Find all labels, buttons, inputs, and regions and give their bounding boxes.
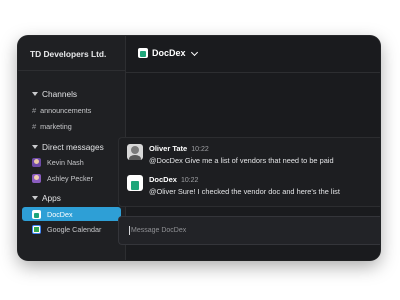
message-body: Oliver Tate 10:22 @DocDex Give me a list …	[149, 144, 334, 165]
message-time[interactable]: 10:22	[191, 146, 209, 153]
message-item: DocDex 10:22 @Oliver Sure! I checked the …	[127, 175, 340, 196]
docdex-app-icon[interactable]	[127, 175, 143, 191]
sidebar-item-label: announcements	[40, 105, 92, 115]
message-input[interactable]	[131, 227, 331, 234]
docdex-app-icon	[138, 48, 148, 58]
sidebar-item-announcements[interactable]: # announcements	[32, 103, 91, 117]
sidebar-item-label: DocDex	[47, 209, 73, 219]
message-text: @Oliver Sure! I checked the vendor doc a…	[149, 187, 340, 196]
channel-title-button[interactable]: DocDex	[138, 48, 198, 58]
sidebar-item-ashley-pecker[interactable]: Ashley Pecker	[32, 171, 93, 185]
message-body: DocDex 10:22 @Oliver Sure! I checked the …	[149, 175, 340, 196]
avatar[interactable]	[127, 144, 143, 160]
hash-icon: #	[32, 105, 37, 115]
channels-section-header[interactable]: Channels	[32, 89, 77, 99]
message-list: Oliver Tate 10:22 @DocDex Give me a list …	[118, 137, 380, 207]
avatar	[32, 157, 41, 167]
sidebar-item-docdex[interactable]: DocDex	[22, 207, 121, 221]
message-author[interactable]: Oliver Tate	[149, 144, 187, 153]
sidebar: TD Developers Ltd. Channels # announceme…	[18, 36, 126, 260]
apps-section-header[interactable]: Apps	[32, 193, 61, 203]
avatar	[32, 173, 41, 183]
channels-header-label: Channels	[42, 89, 78, 99]
message-item: Oliver Tate 10:22 @DocDex Give me a list …	[127, 144, 334, 165]
docdex-app-icon	[32, 209, 41, 219]
sidebar-item-google-calendar[interactable]: Google Calendar	[32, 222, 101, 236]
sidebar-item-label: Kevin Nash	[47, 157, 84, 167]
message-time[interactable]: 10:22	[181, 177, 199, 184]
message-text: @DocDex Give me a list of vendors that n…	[149, 156, 334, 165]
chevron-down-icon	[190, 48, 198, 56]
message-header: Oliver Tate 10:22	[149, 144, 334, 153]
message-composer[interactable]	[118, 216, 380, 245]
sidebar-item-label: marketing	[40, 121, 72, 131]
text-cursor	[129, 226, 130, 235]
sidebar-item-kevin-nash[interactable]: Kevin Nash	[32, 155, 84, 169]
sidebar-item-label: Ashley Pecker	[47, 173, 93, 183]
sidebar-item-marketing[interactable]: # marketing	[32, 119, 72, 133]
caret-down-icon	[32, 92, 38, 96]
divider	[18, 70, 125, 71]
channel-header: DocDex	[126, 36, 380, 73]
workspace-name[interactable]: TD Developers Ltd.	[30, 49, 106, 59]
dm-header-label: Direct messages	[42, 142, 104, 152]
google-calendar-icon	[32, 224, 41, 234]
message-header: DocDex 10:22	[149, 175, 340, 184]
dm-section-header[interactable]: Direct messages	[32, 142, 104, 152]
message-author[interactable]: DocDex	[149, 175, 177, 184]
page-title: DocDex	[152, 48, 186, 58]
caret-down-icon	[32, 145, 38, 149]
hash-icon: #	[32, 121, 37, 131]
sidebar-item-label: Google Calendar	[47, 224, 102, 234]
apps-header-label: Apps	[42, 193, 61, 203]
caret-down-icon	[32, 196, 38, 200]
